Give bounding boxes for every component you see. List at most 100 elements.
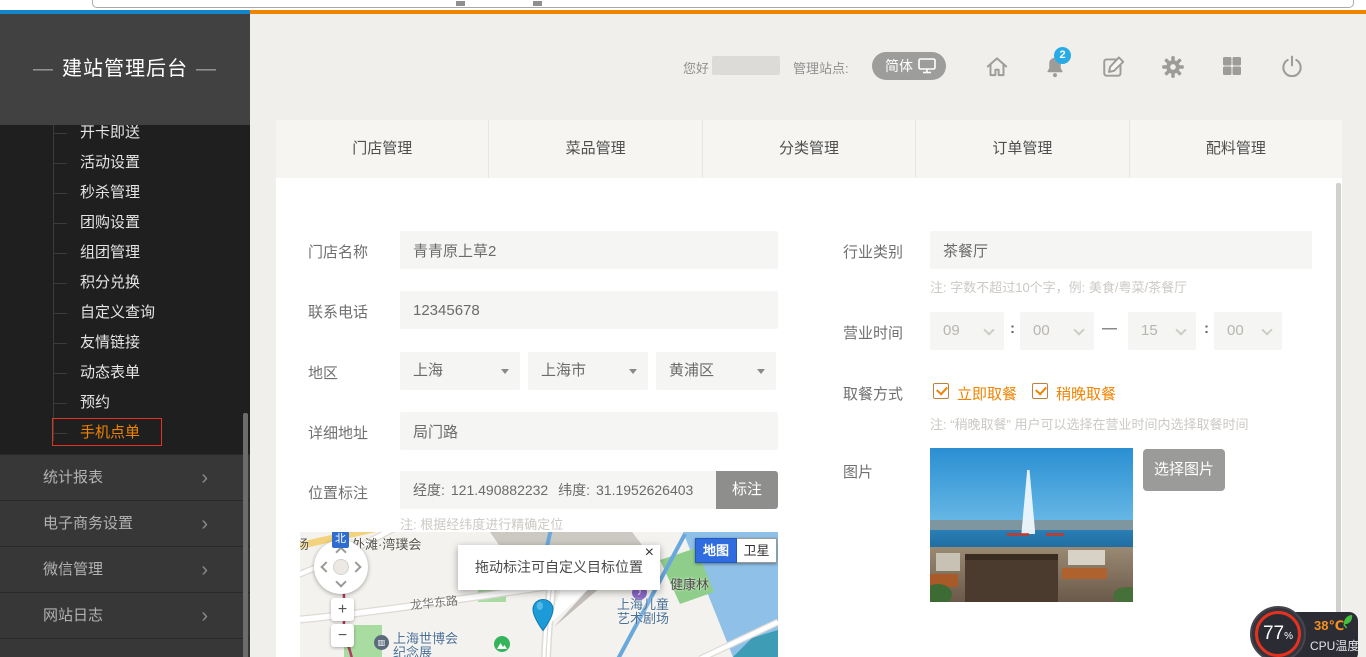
map-pan-control[interactable] <box>314 540 368 594</box>
chevron-right-icon: › <box>201 547 208 593</box>
store-name-label: 门店名称 <box>308 241 368 262</box>
time-colon: : <box>1010 320 1015 337</box>
close-icon[interactable]: × <box>645 544 654 562</box>
group-label: 统计报表 <box>43 469 103 486</box>
tab-category-manage[interactable]: 分类管理 <box>702 120 915 178</box>
province-select[interactable]: 上海 <box>400 352 520 390</box>
accent-bar-orange <box>250 10 1366 14</box>
cpu-usage-gauge[interactable]: 77% <box>1250 606 1306 657</box>
end-hour-select[interactable]: 15 <box>1128 312 1196 350</box>
sidebar-item-points[interactable]: 积分兑换 <box>0 268 250 298</box>
hours-label: 营业时间 <box>843 322 903 343</box>
pan-up-icon[interactable] <box>335 546 346 557</box>
industry-label: 行业类别 <box>843 241 903 262</box>
pickup-now-checkbox[interactable] <box>933 383 949 399</box>
caret-down-icon <box>501 369 509 374</box>
province-value: 上海 <box>413 362 443 379</box>
start-minute-select[interactable]: 00 <box>1020 312 1094 350</box>
map-pin-marker[interactable] <box>532 598 554 632</box>
greeting-text: 您好 <box>683 58 709 77</box>
start-hour-select[interactable]: 09 <box>930 312 1004 350</box>
satellite-mode-button[interactable]: 卫星 <box>737 538 777 563</box>
sidebar-item-reservation[interactable]: 预约 <box>0 388 250 418</box>
pan-left-icon[interactable] <box>320 561 331 572</box>
sidebar-item-group-manage[interactable]: 组团管理 <box>0 238 250 268</box>
location-input[interactable]: 经度:121.490882232 纬度:31.1952626403 <box>400 471 716 509</box>
chevron-down-icon <box>1073 324 1084 335</box>
end-minute-select[interactable]: 00 <box>1214 312 1282 350</box>
pickup-label: 取餐方式 <box>843 383 903 404</box>
map-poi-theater[interactable]: 上海儿童 艺术剧场 <box>617 598 669 626</box>
notification-badge: 2 <box>1054 47 1071 64</box>
map-widget[interactable]: 场 外滩·湾璞会 龙华东路 健康林 ▥ 上海世博会 纪念展 ♪ 上海儿童 艺术剧… <box>300 532 778 657</box>
sidebar-item-card-gift[interactable]: 开卡即送 <box>0 125 250 148</box>
store-photo <box>930 448 1133 602</box>
apps-grid-icon[interactable] <box>1220 54 1246 80</box>
sidebar-group-wechat[interactable]: 微信管理 › <box>0 546 250 592</box>
sidebar-submenu: 开卡即送 活动设置 秒杀管理 团购设置 组团管理 积分兑换 自定义查询 友情链接… <box>0 125 250 455</box>
theater-line1: 上海儿童 <box>617 598 669 612</box>
edit-icon[interactable] <box>1101 54 1127 80</box>
pan-right-icon[interactable] <box>350 561 361 572</box>
browser-strip <box>0 0 1366 10</box>
gear-icon[interactable] <box>1160 54 1186 80</box>
sidebar-group-ecommerce[interactable]: 电子商务设置 › <box>0 500 250 546</box>
power-icon[interactable] <box>1279 54 1305 80</box>
sidebar-group-partial <box>0 638 250 657</box>
tab-dish-manage[interactable]: 菜品管理 <box>488 120 701 178</box>
start-minute-value: 00 <box>1033 322 1050 339</box>
map-mode-button[interactable]: 地图 <box>695 538 737 563</box>
leaf-icon <box>1341 614 1354 634</box>
pan-center-knob[interactable] <box>333 559 349 575</box>
pickup-now-label[interactable]: 立即取餐 <box>957 383 1017 404</box>
chevron-down-icon <box>1175 324 1186 335</box>
address-label: 详细地址 <box>308 422 368 443</box>
chevron-right-icon: › <box>201 455 208 501</box>
city-select[interactable]: 上海市 <box>528 352 648 390</box>
tab-store-manage[interactable]: 门店管理 <box>276 120 488 178</box>
zoom-out-button[interactable]: − <box>331 624 354 647</box>
cpu-temp-label: CPU温度 <box>1310 637 1359 654</box>
browser-address-bar[interactable] <box>92 0 1354 8</box>
start-hour-value: 09 <box>943 322 960 339</box>
sidebar-scrollbar[interactable] <box>243 413 248 657</box>
sidebar-group-sitelog[interactable]: 网站日志 › <box>0 592 250 638</box>
pickup-later-checkbox[interactable] <box>1032 383 1048 399</box>
map-poi-expo[interactable]: 上海世博会 纪念展 <box>393 632 458 657</box>
tab-order-manage[interactable]: 订单管理 <box>915 120 1128 178</box>
end-minute-value: 00 <box>1227 322 1244 339</box>
district-select[interactable]: 黄浦区 <box>656 352 776 390</box>
map-tooltip: 拖动标注可自定义目标位置 × <box>458 545 660 590</box>
zoom-in-button[interactable]: + <box>331 598 354 621</box>
north-badge: 北 <box>332 532 349 548</box>
sidebar-item-groupbuy[interactable]: 团购设置 <box>0 208 250 238</box>
active-item-highlight-box <box>52 418 162 446</box>
language-pill-button[interactable]: 简体 <box>872 52 946 80</box>
sidebar-title: —建站管理后台— <box>0 14 250 125</box>
photo-poi-icon[interactable] <box>494 636 510 652</box>
pickup-later-label[interactable]: 稍晚取餐 <box>1056 383 1116 404</box>
sidebar-item-activity[interactable]: 活动设置 <box>0 148 250 178</box>
pan-down-icon[interactable] <box>335 576 346 587</box>
sidebar-item-custom-query[interactable]: 自定义查询 <box>0 298 250 328</box>
tab-ingredient-manage[interactable]: 配料管理 <box>1129 120 1342 178</box>
choose-image-button[interactable]: 选择图片 <box>1143 449 1225 491</box>
mark-button[interactable]: 标注 <box>716 471 778 509</box>
sidebar-item-links[interactable]: 友情链接 <box>0 328 250 358</box>
location-note: 注: 根据经纬度进行精确定位 <box>400 514 563 533</box>
district-value: 黄浦区 <box>669 362 714 379</box>
museum-poi-icon[interactable]: ▥ <box>374 635 389 650</box>
home-icon[interactable] <box>984 54 1010 80</box>
sidebar-group-stats[interactable]: 统计报表 › <box>0 454 250 500</box>
sidebar-item-seckill[interactable]: 秒杀管理 <box>0 178 250 208</box>
store-name-input[interactable] <box>400 231 778 269</box>
sidebar-item-dynamic-form[interactable]: 动态表单 <box>0 358 250 388</box>
tooltip-text: 拖动标注可自定义目标位置 <box>475 559 643 575</box>
address-input[interactable] <box>400 412 778 450</box>
map-label-clipped: 场 <box>300 534 309 553</box>
map-label-park: 健康林 <box>670 574 709 593</box>
cpu-temp-value: 38℃ <box>1314 618 1344 634</box>
phone-input[interactable] <box>400 291 778 329</box>
content-scrollbar[interactable] <box>1336 183 1341 657</box>
industry-input[interactable] <box>930 231 1312 269</box>
